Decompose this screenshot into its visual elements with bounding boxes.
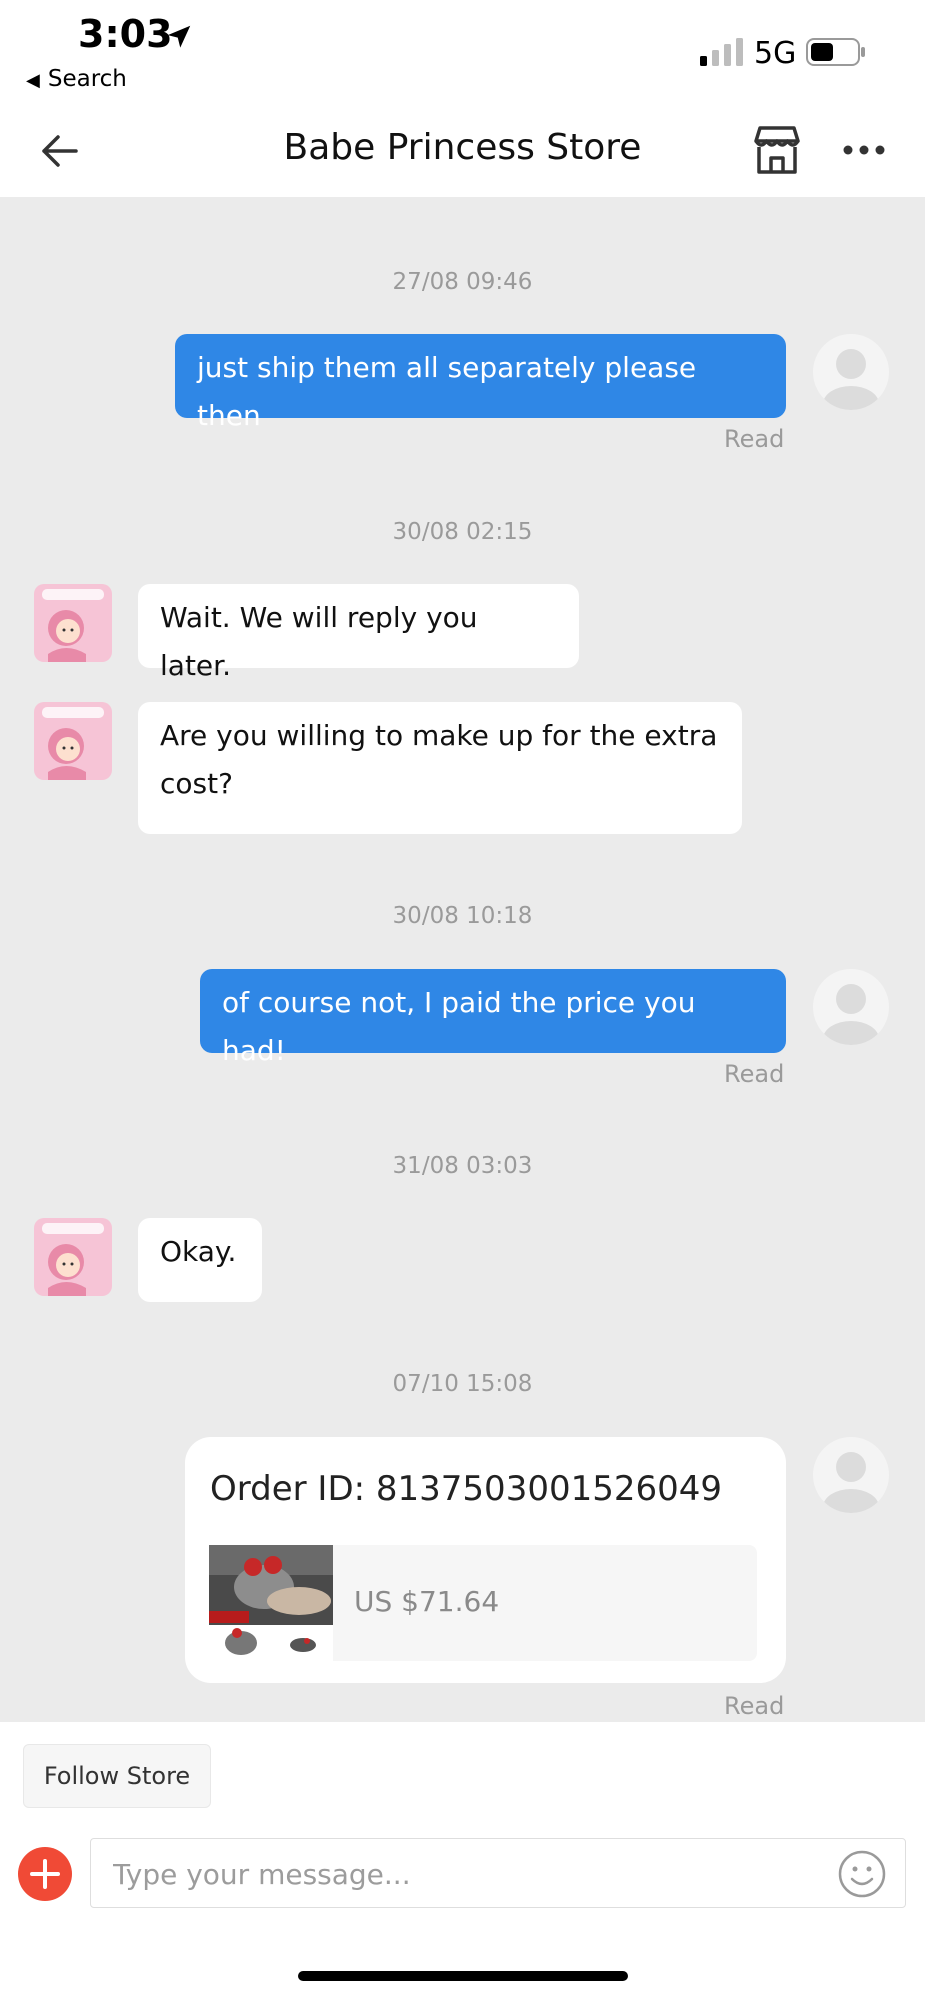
order-price: US $71.64: [354, 1585, 500, 1618]
user-placeholder-icon: [823, 349, 879, 410]
read-status: Read: [724, 1692, 785, 1720]
battery-icon: [806, 38, 865, 66]
user-placeholder-icon: [823, 1452, 879, 1513]
store-message-bubble[interactable]: Wait. We will reply you later.: [138, 584, 579, 682]
chat-header: Babe Princess Store: [0, 105, 925, 198]
product-thumbnail: [209, 1545, 333, 1661]
follow-store-button[interactable]: Follow Store: [23, 1744, 211, 1808]
user-message-bubble[interactable]: just ship them all separately please the…: [175, 334, 786, 432]
chat-area[interactable]: 27/08 09:46 just ship them all separatel…: [0, 197, 925, 1722]
store-icon[interactable]: [750, 123, 804, 177]
store-logo-icon: [34, 702, 112, 780]
store-logo-icon: [34, 1218, 112, 1296]
store-avatar[interactable]: [34, 702, 112, 780]
back-to-app-link[interactable]: ◀ Search: [26, 66, 127, 92]
network-type: 5G: [754, 36, 797, 71]
read-status: Read: [724, 1060, 785, 1088]
home-indicator[interactable]: [298, 1971, 628, 1981]
order-item[interactable]: US $71.64: [209, 1545, 757, 1661]
store-avatar[interactable]: [34, 1218, 112, 1296]
store-avatar[interactable]: [34, 584, 112, 662]
user-avatar: [813, 969, 889, 1045]
signal-icon: [700, 38, 743, 66]
order-id: Order ID: 8137503001526049: [210, 1469, 723, 1509]
back-app-label: Search: [47, 66, 127, 92]
message-timestamp: 27/08 09:46: [392, 269, 533, 295]
store-message-bubble[interactable]: Okay.: [138, 1218, 262, 1302]
order-card[interactable]: Order ID: 8137503001526049 US $71.64: [185, 1437, 786, 1683]
store-logo-icon: [34, 584, 112, 662]
store-message-bubble[interactable]: Are you willing to make up for the extra…: [138, 702, 742, 834]
status-time: 3:03: [78, 12, 173, 56]
user-message-bubble[interactable]: of course not, I paid the price you had!: [200, 969, 786, 1067]
message-input[interactable]: [111, 1851, 795, 1897]
composer-area: Follow Store: [0, 1722, 925, 2000]
message-timestamp: 30/08 02:15: [392, 519, 533, 545]
status-bar: 3:03 ◀ Search 5G: [0, 0, 925, 105]
back-triangle-icon: ◀: [26, 70, 40, 91]
more-icon[interactable]: [842, 135, 886, 165]
product-image-icon: [209, 1545, 333, 1655]
plus-icon: [30, 1859, 60, 1889]
add-attachment-button[interactable]: [18, 1847, 72, 1901]
location-arrow-icon: [167, 25, 191, 48]
read-status: Read: [724, 425, 785, 453]
message-input-container: [90, 1838, 906, 1908]
user-placeholder-icon: [823, 984, 879, 1045]
message-timestamp: 31/08 03:03: [392, 1153, 533, 1179]
message-timestamp: 30/08 10:18: [392, 903, 533, 929]
user-avatar: [813, 1437, 889, 1513]
emoji-icon[interactable]: [837, 1849, 887, 1899]
user-avatar: [813, 334, 889, 410]
message-timestamp: 07/10 15:08: [392, 1371, 533, 1397]
